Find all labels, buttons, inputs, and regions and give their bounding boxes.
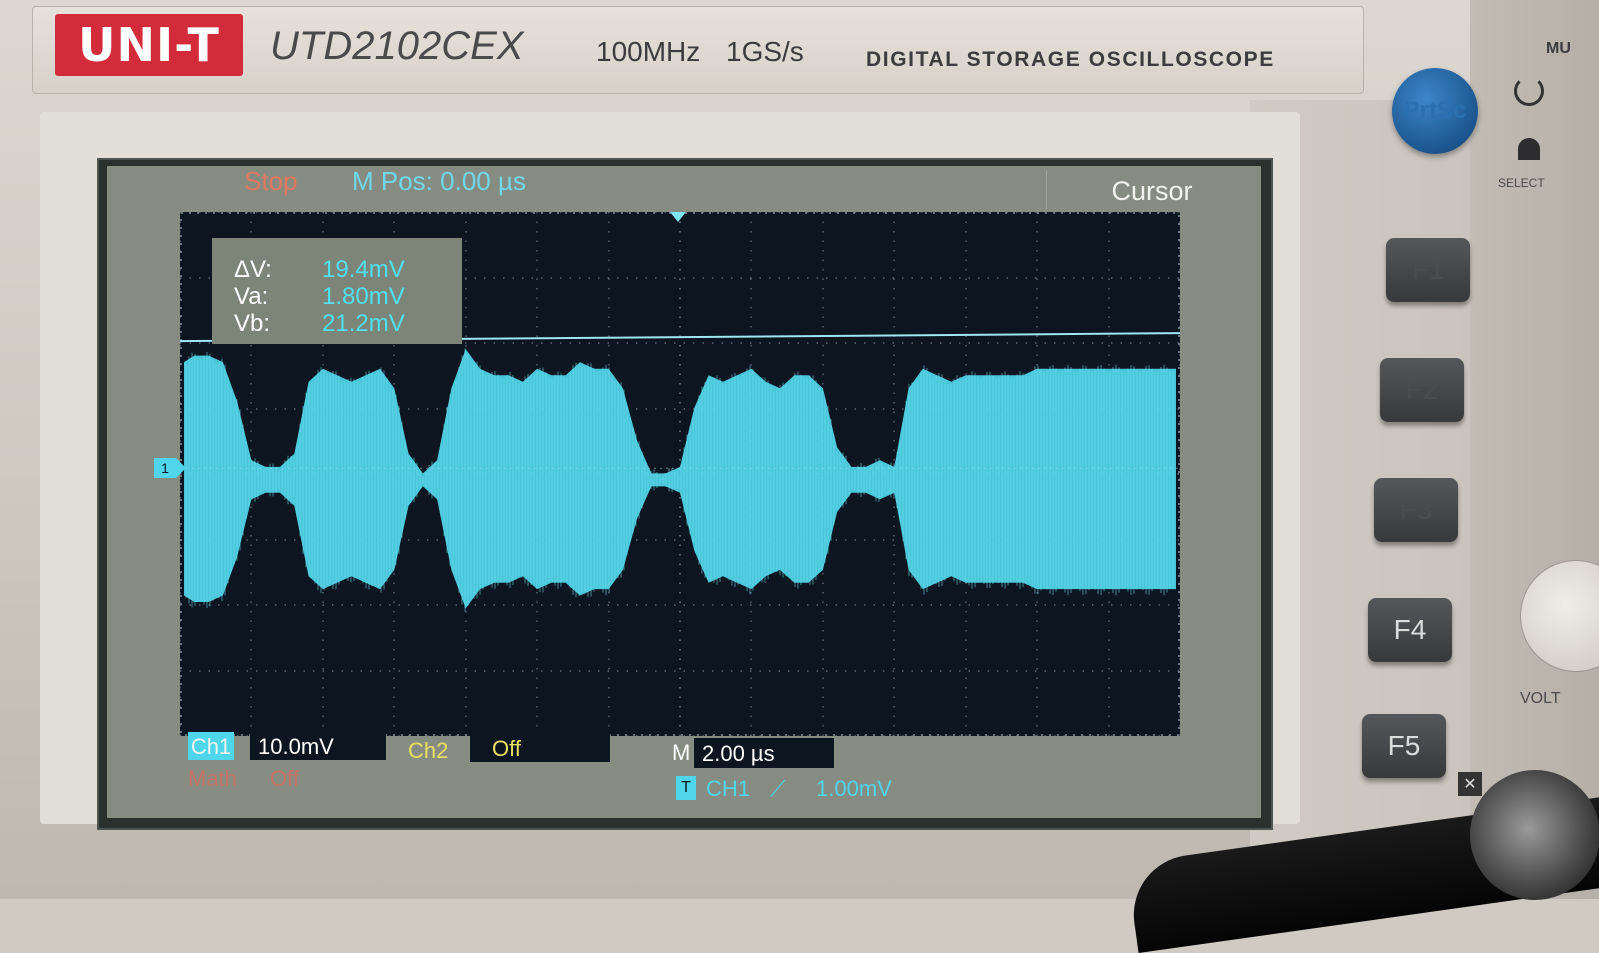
ch2-scale: Off	[470, 734, 610, 762]
menu-label: MU	[1546, 40, 1571, 57]
timebase-label: M	[672, 740, 691, 765]
model-name: UTD2102CEX	[270, 24, 524, 68]
f1-button[interactable]: F1	[1386, 238, 1470, 302]
select-icon	[1518, 138, 1540, 160]
trigger-badge: T	[676, 776, 696, 800]
math-state: Off	[270, 766, 299, 791]
bandwidth-label: 100MHz	[596, 36, 701, 67]
va-label: Va:	[234, 283, 269, 310]
delta-v-value: 19.4mV	[322, 256, 405, 283]
memory-position: M Pos: 0.00 µs	[352, 166, 526, 196]
delta-v-row: ΔV: 19.4mV	[234, 256, 454, 283]
brand-logo: UNI-T	[55, 14, 243, 76]
ch2-tag[interactable]: Ch2	[408, 736, 448, 766]
print-screen-button[interactable]: PrtSc	[1392, 68, 1478, 154]
rotate-icon	[1514, 76, 1544, 106]
f2-button[interactable]: F2	[1380, 358, 1464, 422]
select-label: SELECT	[1498, 176, 1545, 190]
bnc-connector	[1470, 770, 1599, 900]
vb-label: Vb:	[234, 310, 271, 337]
vb-value: 21.2mV	[322, 310, 405, 337]
vb-row: Vb: 21.2mV	[234, 310, 454, 337]
f3-button[interactable]: F3	[1374, 478, 1458, 542]
device-subtitle: DIGITAL STORAGE OSCILLOSCOPE	[866, 48, 1275, 71]
run-state: Stop	[244, 166, 298, 196]
f5-button[interactable]: F5	[1362, 714, 1446, 778]
close-icon: ✕	[1458, 772, 1482, 796]
trigger-source: CH1	[706, 776, 751, 801]
timebase-scale: 2.00 µs	[694, 738, 834, 768]
ch1-ground-marker: 1	[154, 458, 186, 478]
math-tag[interactable]: Math	[188, 766, 237, 792]
volts-label: VOLT	[1520, 690, 1561, 707]
va-row: Va: 1.80mV	[234, 283, 454, 310]
trigger-slope-icon: ⟋	[770, 776, 786, 801]
va-value: 1.80mV	[322, 283, 405, 310]
ch1-tag[interactable]: Ch1	[188, 732, 234, 760]
side-control-strip	[1470, 0, 1599, 899]
delta-v-label: ΔV:	[234, 256, 272, 283]
cursor-readout-panel: ΔV: 19.4mV Va: 1.80mV Vb: 21.2mV	[212, 238, 462, 344]
menu-title-cursor[interactable]: Cursor	[1046, 170, 1257, 210]
trigger-level: 1.00mV	[816, 776, 892, 801]
sample-rate-label: 1GS/s	[726, 36, 804, 67]
f4-button[interactable]: F4	[1368, 598, 1452, 662]
trigger-position-marker	[670, 212, 686, 222]
ch1-scale: 10.0mV	[250, 732, 386, 760]
